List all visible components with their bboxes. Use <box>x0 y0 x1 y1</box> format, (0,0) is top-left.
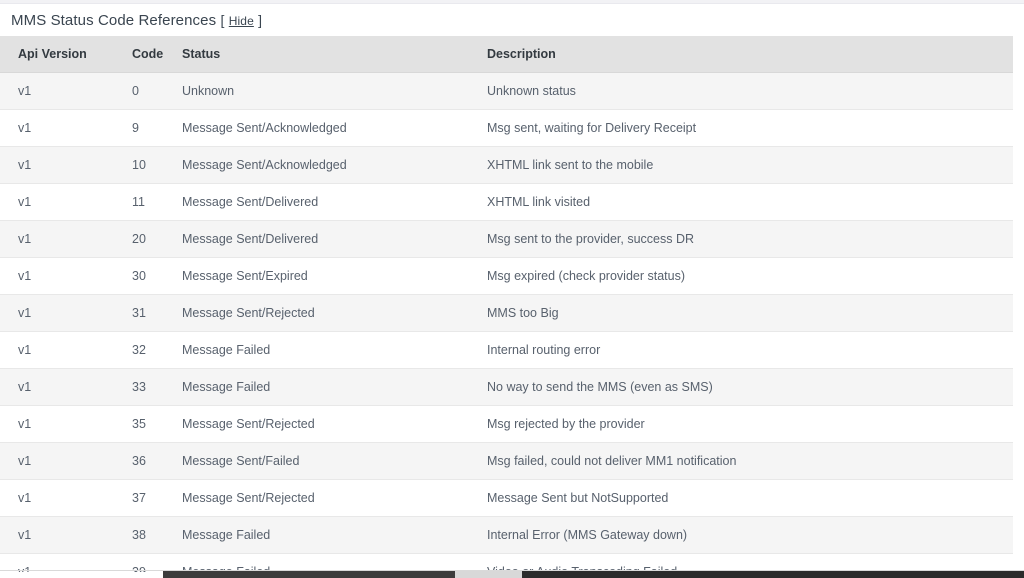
hide-link[interactable]: Hide <box>229 14 254 28</box>
horizontal-scrollbar-gap <box>455 571 522 578</box>
table-body: v1 0 Unknown Unknown status v1 9 Message Sent/… <box>0 72 1013 572</box>
cell-status: Message Failed <box>170 516 469 554</box>
cell-code: 37 <box>120 479 170 517</box>
cell-api-version: v1 <box>0 257 120 295</box>
cell-description: Msg sent, waiting for Delivery Receipt <box>469 109 1013 147</box>
cell-api-version: v1 <box>0 479 120 517</box>
table-row[interactable]: v1 33 Message Failed No way to send the MMS… <box>0 368 1013 406</box>
cell-status: Message Sent/Delivered <box>170 183 469 221</box>
column-header-status[interactable]: Status <box>170 36 469 73</box>
cell-description: Unknown status <box>469 72 1013 110</box>
table-row[interactable]: v1 38 Message Failed Internal Error (MMS Ga… <box>0 516 1013 554</box>
cell-api-version: v1 <box>0 109 120 147</box>
cell-api-version: v1 <box>0 405 120 443</box>
table-row[interactable]: v1 9 Message Sent/Acknowledged Msg sent, wa… <box>0 109 1013 147</box>
page-title: MMS Status Code References [ Hide ] <box>11 10 262 31</box>
mms-status-code-references-page: MMS Status Code References [ Hide ] Api … <box>0 0 1024 578</box>
cell-status: Message Sent/Rejected <box>170 479 469 517</box>
column-header-api-version[interactable]: Api Version <box>0 36 120 73</box>
cell-api-version: v1 <box>0 331 120 369</box>
status-code-table: Api Version Code Status Description v1 0 U… <box>0 36 1013 572</box>
cell-status: Message Failed <box>170 368 469 406</box>
cell-status: Unknown <box>170 72 469 110</box>
cell-description: Msg rejected by the provider <box>469 405 1013 443</box>
bracket-open: [ <box>220 12 225 28</box>
cell-code: 0 <box>120 72 170 110</box>
status-code-table-scroll-container[interactable]: Api Version Code Status Description v1 0 U… <box>0 36 1013 572</box>
cell-api-version: v1 <box>0 368 120 406</box>
cell-api-version: v1 <box>0 442 120 480</box>
cell-api-version: v1 <box>0 183 120 221</box>
cell-description: Msg sent to the provider, success DR <box>469 220 1013 258</box>
bracket-close: ] <box>258 12 263 28</box>
cell-api-version: v1 <box>0 146 120 184</box>
top-edge-band <box>0 0 1024 4</box>
column-header-code[interactable]: Code <box>120 36 170 73</box>
cell-description: MMS too Big <box>469 294 1013 332</box>
cell-api-version: v1 <box>0 294 120 332</box>
cell-description: Message Sent but NotSupported <box>469 479 1013 517</box>
cell-code: 10 <box>120 146 170 184</box>
cell-status: Message Sent/Failed <box>170 442 469 480</box>
cell-description: XHTML link sent to the mobile <box>469 146 1013 184</box>
table-header-row: Api Version Code Status Description <box>0 36 1013 73</box>
table-row[interactable]: v1 32 Message Failed Internal routing error <box>0 331 1013 369</box>
cell-description: No way to send the MMS (even as SMS) <box>469 368 1013 406</box>
cell-code: 32 <box>120 331 170 369</box>
cell-description: Internal routing error <box>469 331 1013 369</box>
cell-description: Msg expired (check provider status) <box>469 257 1013 295</box>
cell-status: Message Sent/Rejected <box>170 294 469 332</box>
cell-status: Message Sent/Acknowledged <box>170 109 469 147</box>
cell-status: Message Sent/Rejected <box>170 405 469 443</box>
table-row[interactable]: v1 10 Message Sent/Acknowledged XHTML link … <box>0 146 1013 184</box>
cell-status: Message Sent/Acknowledged <box>170 146 469 184</box>
column-header-description[interactable]: Description <box>469 36 1013 73</box>
table-row[interactable]: v1 37 Message Sent/Rejected Message Sent bu… <box>0 479 1013 517</box>
cell-code: 30 <box>120 257 170 295</box>
cell-api-version: v1 <box>0 72 120 110</box>
cell-status: Message Sent/Expired <box>170 257 469 295</box>
table-row[interactable]: v1 0 Unknown Unknown status <box>0 72 1013 110</box>
cell-description: Msg failed, could not deliver MM1 notifi… <box>469 442 1013 480</box>
cell-status: Message Sent/Delivered <box>170 220 469 258</box>
horizontal-scrollbar[interactable] <box>163 571 1024 578</box>
cell-api-version: v1 <box>0 220 120 258</box>
cell-code: 35 <box>120 405 170 443</box>
cell-status: Message Failed <box>170 331 469 369</box>
cell-code: 9 <box>120 109 170 147</box>
cell-description: Internal Error (MMS Gateway down) <box>469 516 1013 554</box>
cell-code: 38 <box>120 516 170 554</box>
cell-code: 11 <box>120 183 170 221</box>
table-row[interactable]: v1 30 Message Sent/Expired Msg expired (che… <box>0 257 1013 295</box>
cell-code: 33 <box>120 368 170 406</box>
table-row[interactable]: v1 31 Message Sent/Rejected MMS too Big <box>0 294 1013 332</box>
page-title-text: MMS Status Code References <box>11 12 217 29</box>
table-header: Api Version Code Status Description <box>0 36 1013 73</box>
table-row[interactable]: v1 35 Message Sent/Rejected Msg rejected by… <box>0 405 1013 443</box>
table-row[interactable]: v1 20 Message Sent/Delivered Msg sent to th… <box>0 220 1013 258</box>
cell-api-version: v1 <box>0 516 120 554</box>
cell-description: XHTML link visited <box>469 183 1013 221</box>
table-row[interactable]: v1 11 Message Sent/Delivered XHTML link vis… <box>0 183 1013 221</box>
cell-code: 31 <box>120 294 170 332</box>
horizontal-scrollbar-thumb[interactable] <box>163 571 455 578</box>
cell-code: 20 <box>120 220 170 258</box>
cell-code: 36 <box>120 442 170 480</box>
table-row[interactable]: v1 36 Message Sent/Failed Msg failed, could… <box>0 442 1013 480</box>
